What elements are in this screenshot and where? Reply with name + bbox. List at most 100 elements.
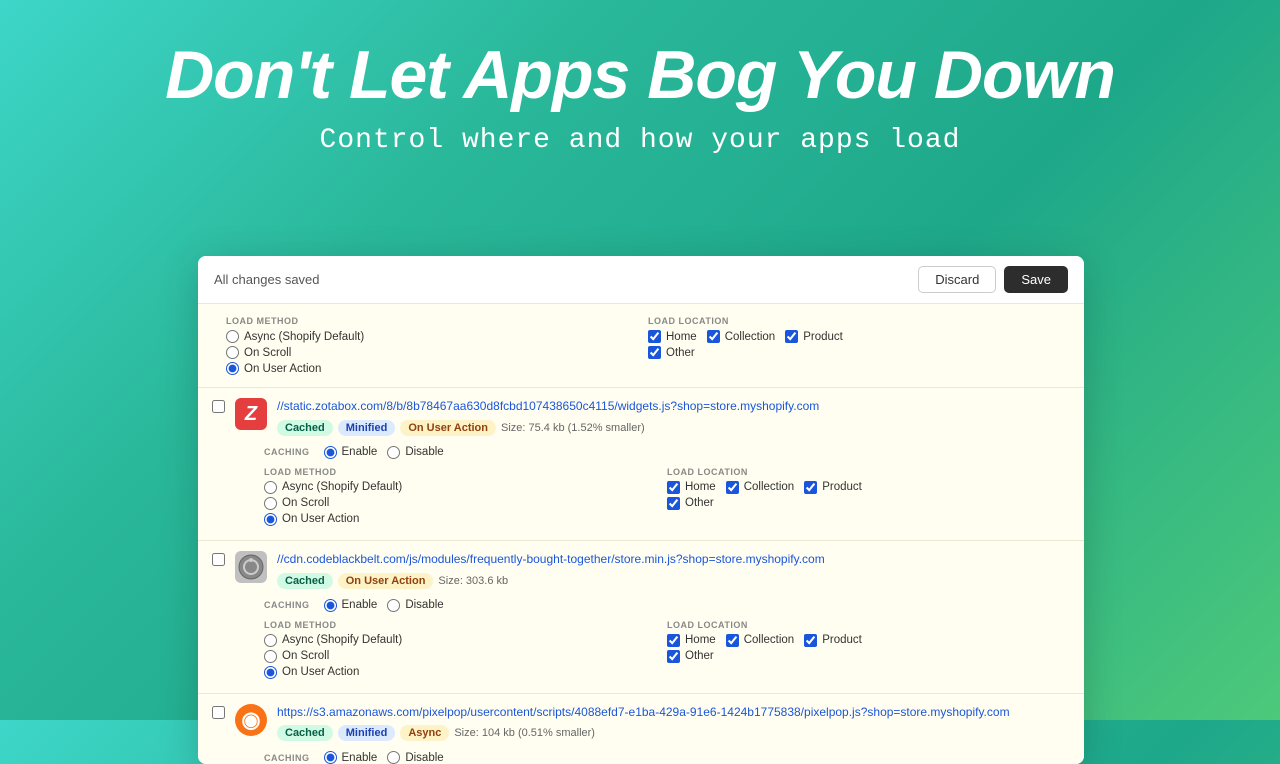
zotabox-info: //static.zotabox.com/8/b/8b78467aa630d8f… (277, 398, 1070, 436)
other-label-0: Other (666, 347, 695, 359)
other-check-zotabox[interactable]: Other (667, 497, 714, 510)
user-action-option-0[interactable]: On User Action (226, 362, 648, 375)
user-action-label-codeblackbelt: On User Action (282, 666, 359, 678)
other-check-codeblackbelt[interactable]: Other (667, 650, 714, 663)
async-label-0: Async (Shopify Default) (244, 331, 364, 343)
pixelpop-url: https://s3.amazonaws.com/pixelpop/userco… (277, 704, 1070, 721)
enable-caching-pixelpop[interactable]: Enable (324, 751, 378, 764)
zotabox-tags: Cached Minified On User Action Size: 75.… (277, 420, 1070, 436)
size-codeblackbelt: Size: 303.6 kb (438, 575, 508, 587)
collection-check-zotabox[interactable]: Collection (726, 481, 795, 494)
pixelpop-tags: Cached Minified Async Size: 104 kb (0.51… (277, 725, 1070, 741)
script-top-codeblackbelt: //cdn.codeblackbelt.com/js/modules/frequ… (212, 551, 1070, 589)
header-buttons: Discard Save (918, 266, 1068, 293)
caching-label-zotabox: CACHING (264, 447, 310, 457)
load-location-label-zotabox: LOAD LOCATION (667, 467, 1070, 477)
load-location-block-0: LOAD LOCATION Home Collection (648, 316, 1070, 375)
scroll-option-zotabox[interactable]: On Scroll (264, 497, 667, 510)
codeblackbelt-icon (235, 551, 267, 583)
main-panel: All changes saved Discard Save LOAD METH… (198, 256, 1084, 764)
load-method-block-zotabox: LOAD METHOD Async (Shopify Default) On S… (264, 467, 667, 526)
load-location-label-codeblackbelt: LOAD LOCATION (667, 620, 1070, 630)
pixelpop-info: https://s3.amazonaws.com/pixelpop/userco… (277, 704, 1070, 742)
script-row-codeblackbelt: //cdn.codeblackbelt.com/js/modules/frequ… (198, 541, 1084, 694)
load-method-options-0: Async (Shopify Default) On Scroll On Use… (226, 330, 648, 375)
home-check-0[interactable]: Home (648, 330, 697, 343)
disable-caching-pixelpop[interactable]: Disable (387, 751, 443, 764)
collection-label-codeblackbelt: Collection (744, 634, 795, 646)
codeblackbelt-url: //cdn.codeblackbelt.com/js/modules/frequ… (277, 551, 1070, 568)
minified-tag-pixelpop: Minified (338, 725, 396, 741)
async-tag-pixelpop: Async (400, 725, 449, 741)
discard-button[interactable]: Discard (918, 266, 996, 293)
product-check-codeblackbelt[interactable]: Product (804, 634, 862, 647)
async-option-zotabox[interactable]: Async (Shopify Default) (264, 481, 667, 494)
load-method-options-zotabox: Async (Shopify Default) On Scroll On Use… (264, 481, 667, 526)
script-checkbox-codeblackbelt[interactable] (212, 553, 225, 566)
zotabox-url: //static.zotabox.com/8/b/8b78467aa630d8f… (277, 398, 1070, 415)
user-action-tag-zotabox: On User Action (400, 420, 496, 436)
enable-caching-codeblackbelt[interactable]: Enable (324, 599, 378, 612)
codeblackbelt-tags: Cached On User Action Size: 303.6 kb (277, 573, 1070, 589)
product-check-0[interactable]: Product (785, 330, 843, 343)
collection-check-0[interactable]: Collection (707, 330, 776, 343)
scroll-option-0[interactable]: On Scroll (226, 346, 648, 359)
disable-label-zotabox: Disable (405, 446, 443, 458)
caching-row-pixelpop: CACHING Enable Disable (212, 747, 1070, 764)
other-label-zotabox: Other (685, 497, 714, 509)
scroll-label-zotabox: On Scroll (282, 497, 329, 509)
enable-label-pixelpop: Enable (342, 752, 378, 764)
caching-row-zotabox: CACHING Enable Disable (212, 442, 1070, 463)
hero-subtitle: Control where and how your apps load (40, 125, 1240, 156)
product-check-zotabox[interactable]: Product (804, 481, 862, 494)
disable-label-pixelpop: Disable (405, 752, 443, 764)
other-check-0[interactable]: Other (648, 346, 695, 359)
disable-caching-zotabox[interactable]: Disable (387, 446, 443, 459)
size-zotabox: Size: 75.4 kb (1.52% smaller) (501, 422, 645, 434)
async-option-0[interactable]: Async (Shopify Default) (226, 330, 648, 343)
first-partial-row: LOAD METHOD Async (Shopify Default) On S… (198, 304, 1084, 388)
disable-caching-codeblackbelt[interactable]: Disable (387, 599, 443, 612)
script-row-pixelpop: ◉ https://s3.amazonaws.com/pixelpop/user… (198, 694, 1084, 764)
script-checkbox-pixelpop[interactable] (212, 706, 225, 719)
user-action-option-zotabox[interactable]: On User Action (264, 513, 667, 526)
home-check-codeblackbelt[interactable]: Home (667, 634, 716, 647)
scroll-label-0: On Scroll (244, 347, 291, 359)
user-action-label-0: On User Action (244, 363, 321, 375)
panel-content: LOAD METHOD Async (Shopify Default) On S… (198, 304, 1084, 764)
caching-label-pixelpop: CACHING (264, 753, 310, 763)
enable-caching-zotabox[interactable]: Enable (324, 446, 378, 459)
disable-label-codeblackbelt: Disable (405, 599, 443, 611)
load-method-label-0: LOAD METHOD (226, 316, 648, 326)
other-label-codeblackbelt: Other (685, 650, 714, 662)
caching-label-codeblackbelt: CACHING (264, 600, 310, 610)
save-button[interactable]: Save (1004, 266, 1068, 293)
collection-label-0: Collection (725, 331, 776, 343)
product-label-0: Product (803, 331, 843, 343)
load-location-block-codeblackbelt: LOAD LOCATION Home Collection (667, 620, 1070, 679)
load-method-label-codeblackbelt: LOAD METHOD (264, 620, 667, 630)
script-checkbox-zotabox[interactable] (212, 400, 225, 413)
size-pixelpop: Size: 104 kb (0.51% smaller) (454, 727, 595, 739)
user-action-tag-codeblackbelt: On User Action (338, 573, 434, 589)
checkbox-col-zotabox (212, 398, 225, 413)
user-action-label-zotabox: On User Action (282, 513, 359, 525)
panel-header: All changes saved Discard Save (198, 256, 1084, 304)
scroll-option-codeblackbelt[interactable]: On Scroll (264, 650, 667, 663)
hero-title: Don't Let Apps Bog You Down (40, 38, 1240, 113)
collection-check-codeblackbelt[interactable]: Collection (726, 634, 795, 647)
hero-section: Don't Let Apps Bog You Down Control wher… (0, 0, 1280, 186)
product-label-zotabox: Product (822, 481, 862, 493)
product-label-codeblackbelt: Product (822, 634, 862, 646)
enable-label-codeblackbelt: Enable (342, 599, 378, 611)
home-check-zotabox[interactable]: Home (667, 481, 716, 494)
home-label-codeblackbelt: Home (685, 634, 716, 646)
save-status: All changes saved (214, 272, 320, 287)
zotabox-icon: Z (235, 398, 267, 430)
async-option-codeblackbelt[interactable]: Async (Shopify Default) (264, 634, 667, 647)
load-method-options-codeblackbelt: Async (Shopify Default) On Scroll On Use… (264, 634, 667, 679)
load-method-block-0: LOAD METHOD Async (Shopify Default) On S… (226, 316, 648, 375)
collection-label-zotabox: Collection (744, 481, 795, 493)
home-label-0: Home (666, 331, 697, 343)
user-action-option-codeblackbelt[interactable]: On User Action (264, 666, 667, 679)
